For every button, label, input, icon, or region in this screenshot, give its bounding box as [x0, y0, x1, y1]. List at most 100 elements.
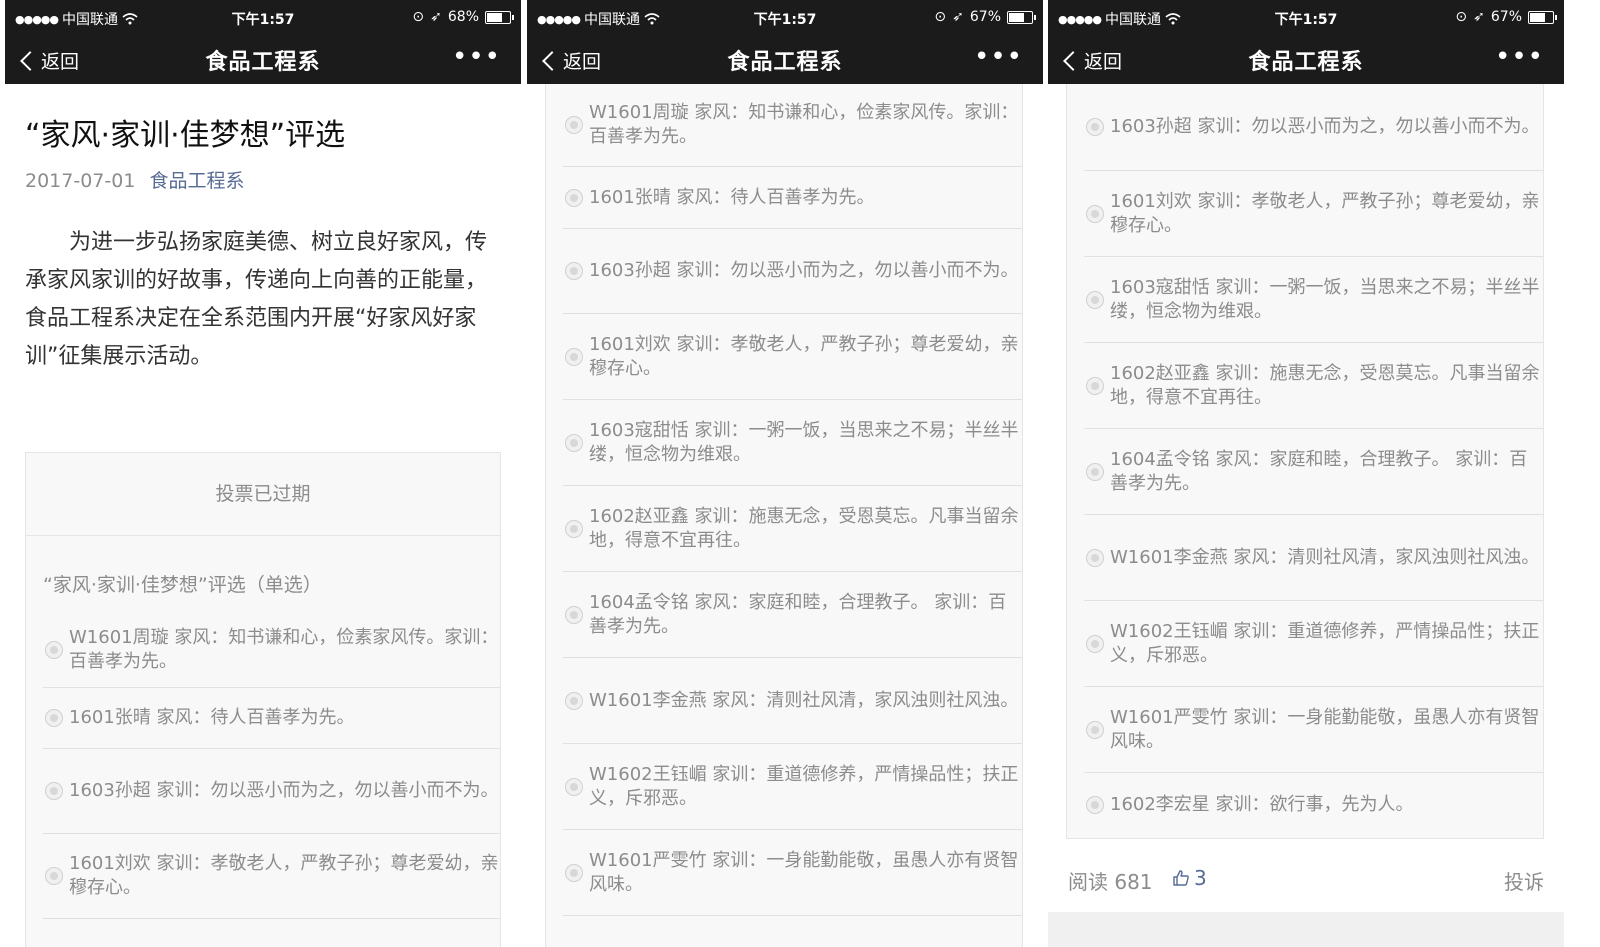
- report-link[interactable]: 投诉: [1504, 866, 1544, 895]
- radio-icon[interactable]: [45, 782, 63, 800]
- vote-option[interactable]: 1603孙超 家训：勿以恶小而为之，勿以善小而不为。: [43, 749, 500, 834]
- radio-icon[interactable]: [565, 433, 583, 452]
- vote-option[interactable]: 1601张晴 家风：待人百善孝为先。: [563, 167, 1022, 229]
- article-body: 为进一步弘扬家庭美德、树立良好家风，传承家风家训的好故事，传递向上向善的正能量，…: [25, 230, 488, 369]
- nav-bar: 返回 食品工程系 •••: [1048, 34, 1564, 84]
- vote-option[interactable]: 1603寇甜恬 家训：一粥一饭，当思来之不易；半丝半缕，恒念物为维艰。: [1084, 257, 1543, 343]
- vote-option-text: W1601周璇 家风：知书谦和心，俭素家风传。家训：百善孝为先。: [69, 627, 499, 672]
- status-bar: ●●●●● 中国联通 下午1:57 ⊙ ➶ 68%: [5, 0, 521, 34]
- nav-title: 食品工程系: [727, 50, 843, 75]
- radio-icon[interactable]: [565, 347, 583, 366]
- battery-icon: [1528, 10, 1557, 24]
- radio-icon[interactable]: [1086, 118, 1104, 136]
- status-right: ⊙ ➶ 67%: [1455, 9, 1557, 25]
- thumbs-up-icon: [1173, 870, 1189, 886]
- phone-panel-2: ●●●●● 中国联通 下午1:57 ⊙ ➶ 67% 返回 食品工程系 ••• W…: [527, 0, 1043, 947]
- scroll-content: 1603孙超 家训：勿以恶小而为之，勿以善小而不为。 1601刘欢 家训：孝敬老…: [1048, 84, 1564, 839]
- vote-option-list: 1603孙超 家训：勿以恶小而为之，勿以善小而不为。 1601刘欢 家训：孝敬老…: [1084, 84, 1543, 837]
- radio-icon[interactable]: [565, 116, 583, 134]
- nav-title: 食品工程系: [1248, 50, 1364, 75]
- vote-option[interactable]: 1602李宏星 家训：欲行事，先为人。: [1084, 773, 1543, 837]
- vote-option-text: 1604孟令铭 家风：家庭和睦，合理教子。 家训：百善孝为先。: [589, 591, 1007, 637]
- article-date: 2017-07-01: [25, 170, 136, 192]
- vote-option-text: W1601李金燕 家风：清则社风清，家风浊则社风浊。: [1110, 546, 1540, 568]
- like-button[interactable]: 3: [1172, 866, 1207, 890]
- vote-option[interactable]: W1601李金燕 家风：清则社风清，家风浊则社风浊。: [1084, 515, 1543, 601]
- vote-option-text: 1602赵亚鑫 家训：施惠无念，受恩莫忘。凡事当留余地，得意不宜再往。: [589, 505, 1019, 551]
- vote-option[interactable]: 1601刘欢 家训：孝敬老人，严教子孙；尊老爱幼，亲穆存心。: [563, 314, 1022, 400]
- radio-icon[interactable]: [45, 641, 63, 659]
- vote-option-list: W1601周璇 家风：知书谦和心，俭素家风传。家训：百善孝为先。 1601张晴 …: [563, 84, 1022, 916]
- radio-icon[interactable]: [1086, 720, 1104, 739]
- radio-icon[interactable]: [1086, 634, 1104, 653]
- vote-option-text: 1601张晴 家风：待人百善孝为先。: [589, 186, 875, 208]
- read-count: 阅读 681: [1068, 870, 1153, 894]
- nav-bar: 返回 食品工程系 •••: [5, 34, 521, 84]
- vote-option-text: 1602李宏星 家训：欲行事，先为人。: [1110, 794, 1414, 815]
- lock-rotation-icon: ⊙: [1455, 9, 1468, 25]
- location-icon: ➶: [952, 9, 964, 25]
- location-icon: ➶: [430, 9, 442, 25]
- battery-percent: 67%: [969, 9, 1001, 25]
- vote-option[interactable]: W1602王钰嵋 家训：重道德修养，严情操品性；扶正义，斥邪恶。: [563, 744, 1022, 830]
- radio-icon[interactable]: [1086, 796, 1104, 814]
- vote-option-text: 1603孙超 家训：勿以恶小而为之，勿以善小而不为。: [589, 260, 1019, 281]
- radio-icon[interactable]: [565, 188, 583, 207]
- nav-title: 食品工程系: [205, 50, 321, 75]
- vote-option[interactable]: 1604孟令铭 家风：家庭和睦，合理教子。 家训：百善孝为先。: [563, 572, 1022, 658]
- radio-icon[interactable]: [565, 863, 583, 882]
- like-count: 3: [1194, 866, 1207, 890]
- vote-option[interactable]: W1602王钰嵋 家训：重道德修养，严情操品性；扶正义，斥邪恶。: [1084, 601, 1543, 687]
- vote-option[interactable]: 1601刘欢 家训：孝敬老人，严教子孙；尊老爱幼，亲穆存心。: [43, 834, 500, 919]
- radio-icon[interactable]: [1086, 290, 1104, 309]
- vote-option[interactable]: 1601刘欢 家训：孝敬老人，严教子孙；尊老爱幼，亲穆存心。: [1084, 171, 1543, 257]
- radio-icon[interactable]: [45, 709, 63, 727]
- more-icon[interactable]: •••: [974, 42, 1023, 72]
- radio-icon[interactable]: [565, 262, 583, 280]
- vote-option-text: 1601张晴 家风：待人百善孝为先。: [69, 707, 355, 728]
- vote-option-text: 1603孙超 家训：勿以恶小而为之，勿以善小而不为。: [1110, 116, 1540, 137]
- vote-box: 投票已过期 “家风·家训·佳梦想”评选（单选） W1601周璇 家风：知书谦和心…: [25, 452, 501, 947]
- vote-box: W1601周璇 家风：知书谦和心，俭素家风传。家训：百善孝为先。 1601张晴 …: [545, 84, 1023, 947]
- radio-icon[interactable]: [565, 605, 583, 624]
- article-author-link[interactable]: 食品工程系: [149, 170, 244, 192]
- footer-band: [1048, 912, 1564, 947]
- vote-option-text: W1602王钰嵋 家训：重道德修养，严情操品性；扶正义，斥邪恶。: [1110, 620, 1540, 666]
- article-meta: 2017-07-01 食品工程系: [25, 166, 244, 193]
- vote-option[interactable]: 1603孙超 家训：勿以恶小而为之，勿以善小而不为。: [1084, 84, 1543, 171]
- lock-rotation-icon: ⊙: [412, 9, 425, 25]
- phone-panel-1: ●●●●● 中国联通 下午1:57 ⊙ ➶ 68% 返回 食品工程系 ••• “…: [5, 0, 521, 947]
- battery-percent: 67%: [1490, 9, 1522, 25]
- article-footer: 阅读 681 3 投诉: [1048, 862, 1564, 898]
- vote-option[interactable]: W1601周璇 家风：知书谦和心，俭素家风传。家训：百善孝为先。: [563, 84, 1022, 167]
- radio-icon[interactable]: [1086, 548, 1104, 567]
- radio-icon[interactable]: [565, 519, 583, 538]
- radio-icon[interactable]: [565, 777, 583, 796]
- more-icon[interactable]: •••: [452, 42, 501, 72]
- vote-option-text: 1601刘欢 家训：孝敬老人，严教子孙；尊老爱幼，亲穆存心。: [1110, 190, 1540, 236]
- vote-option[interactable]: W1601严雯竹 家训：一身能勤能敬，虽愚人亦有贤智风味。: [1084, 687, 1543, 773]
- vote-option[interactable]: W1601严雯竹 家训：一身能勤能敬，虽愚人亦有贤智风味。: [563, 830, 1022, 916]
- vote-option[interactable]: 1602赵亚鑫 家训：施惠无念，受恩莫忘。凡事当留余地，得意不宜再往。: [1084, 343, 1543, 429]
- vote-option[interactable]: 1603寇甜恬 家训：一粥一饭，当思来之不易；半丝半缕，恒念物为维艰。: [563, 400, 1022, 486]
- battery-icon: [485, 10, 514, 24]
- radio-icon[interactable]: [565, 691, 583, 710]
- radio-icon[interactable]: [1086, 462, 1104, 481]
- vote-option[interactable]: 1603孙超 家训：勿以恶小而为之，勿以善小而不为。: [563, 229, 1022, 314]
- vote-option[interactable]: 1604孟令铭 家风：家庭和睦，合理教子。 家训：百善孝为先。: [1084, 429, 1543, 515]
- vote-option-text: 1603寇甜恬 家训：一粥一饭，当思来之不易；半丝半缕，恒念物为维艰。: [1110, 276, 1540, 322]
- scroll-content: W1601周璇 家风：知书谦和心，俭素家风传。家训：百善孝为先。 1601张晴 …: [527, 84, 1043, 947]
- vote-option-text: W1601严雯竹 家训：一身能勤能敬，虽愚人亦有贤智风味。: [1110, 706, 1540, 752]
- vote-option[interactable]: 1601张晴 家风：待人百善孝为先。: [43, 688, 500, 749]
- more-icon[interactable]: •••: [1495, 42, 1544, 72]
- vote-option-text: W1601李金燕 家风：清则社风清，家风浊则社风浊。: [589, 689, 1019, 711]
- vote-box: 1603孙超 家训：勿以恶小而为之，勿以善小而不为。 1601刘欢 家训：孝敬老…: [1066, 84, 1544, 839]
- radio-icon[interactable]: [1086, 204, 1104, 223]
- vote-option[interactable]: 1602赵亚鑫 家训：施惠无念，受恩莫忘。凡事当留余地，得意不宜再往。: [563, 486, 1022, 572]
- vote-option-text: W1601严雯竹 家训：一身能勤能敬，虽愚人亦有贤智风味。: [589, 849, 1019, 895]
- vote-option[interactable]: W1601李金燕 家风：清则社风清，家风浊则社风浊。: [563, 658, 1022, 744]
- radio-icon[interactable]: [1086, 376, 1104, 395]
- vote-option[interactable]: W1601周璇 家风：知书谦和心，俭素家风传。家训：百善孝为先。: [43, 613, 500, 688]
- vote-expired-label: 投票已过期: [26, 453, 500, 536]
- radio-icon[interactable]: [45, 867, 63, 885]
